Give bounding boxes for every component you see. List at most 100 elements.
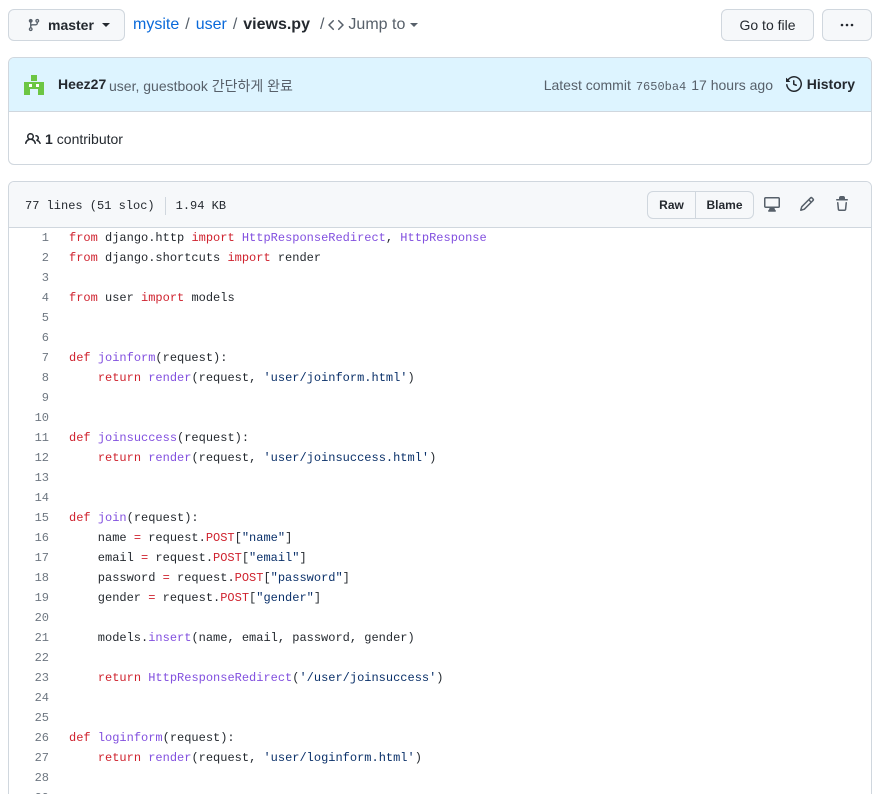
code-line: 24 xyxy=(9,688,871,708)
code-token: render xyxy=(148,451,192,465)
code-token: [ xyxy=(241,551,250,565)
code-token: [ xyxy=(234,531,242,545)
breadcrumb-folder-link[interactable]: user xyxy=(196,16,227,34)
contributors-count: 1 xyxy=(45,131,53,147)
code-line: 4 from user import models xyxy=(9,288,871,308)
code-line: 14 xyxy=(9,488,871,508)
go-to-file-button[interactable]: Go to file xyxy=(721,9,814,41)
line-number[interactable]: 8 xyxy=(9,371,49,385)
code-token: import xyxy=(191,231,235,245)
code-text: return render(request, 'user/loginform.h… xyxy=(49,751,422,765)
code-token: HttpResponseRedirect xyxy=(148,671,293,685)
line-number[interactable]: 11 xyxy=(9,431,49,445)
file-info: 77 lines (51 sloc) 1.94 KB xyxy=(25,197,226,215)
code-line: 13 xyxy=(9,468,871,488)
latest-commit-label: Latest commit xyxy=(543,77,631,93)
line-number[interactable]: 2 xyxy=(9,251,49,265)
code-token: user xyxy=(97,291,142,305)
line-number[interactable]: 7 xyxy=(9,351,49,365)
code-token: def xyxy=(69,511,91,525)
line-number[interactable]: 12 xyxy=(9,451,49,465)
line-number[interactable]: 5 xyxy=(9,311,49,325)
code-text: gender = request.POST["gender"] xyxy=(49,591,321,605)
code-line: 6 xyxy=(9,328,871,348)
line-number[interactable]: 13 xyxy=(9,471,49,485)
line-number[interactable]: 17 xyxy=(9,551,49,565)
code-token: ) xyxy=(407,371,415,385)
line-number[interactable]: 24 xyxy=(9,691,49,705)
line-number[interactable]: 10 xyxy=(9,411,49,425)
line-number[interactable]: 14 xyxy=(9,491,49,505)
code-token: (request, xyxy=(191,451,264,465)
trash-icon[interactable] xyxy=(834,196,850,212)
more-options-button[interactable] xyxy=(822,9,872,41)
pencil-icon[interactable] xyxy=(799,196,815,212)
code-token: def xyxy=(69,351,91,365)
commit-sha[interactable]: 7650ba4 xyxy=(636,80,686,94)
code-line: 25 xyxy=(9,708,871,728)
code-token: = xyxy=(162,571,170,585)
line-number[interactable]: 9 xyxy=(9,391,49,405)
avatar[interactable] xyxy=(23,74,45,96)
raw-button[interactable]: Raw xyxy=(648,192,696,218)
code-text: def joinsuccess(request): xyxy=(49,431,249,445)
line-number[interactable]: 20 xyxy=(9,611,49,625)
code-text: from django.shortcuts import render xyxy=(49,251,321,265)
code-token: import xyxy=(227,251,271,265)
line-number[interactable]: 16 xyxy=(9,531,49,545)
line-number[interactable]: 6 xyxy=(9,331,49,345)
breadcrumb-repo-link[interactable]: mysite xyxy=(133,16,179,34)
code-token: (request, xyxy=(191,371,264,385)
line-number[interactable]: 27 xyxy=(9,751,49,765)
line-number[interactable]: 15 xyxy=(9,511,49,525)
git-branch-icon xyxy=(28,18,40,32)
kebab-horizontal-icon xyxy=(840,23,854,27)
line-number[interactable]: 23 xyxy=(9,671,49,685)
code-token: request. xyxy=(169,571,235,585)
latest-commit-box: Heez27 user, guestbook 간단하게 완료 Latest co… xyxy=(8,57,872,165)
line-number[interactable]: 26 xyxy=(9,731,49,745)
code-token: insert xyxy=(148,631,192,645)
latest-commit-info: Latest commit 7650ba4 17 hours ago xyxy=(544,77,773,94)
code-token: def xyxy=(69,731,91,745)
desktop-icon[interactable] xyxy=(764,196,780,212)
code-token: "password" xyxy=(270,571,343,585)
code-token: import xyxy=(141,291,185,305)
commit-author[interactable]: Heez27 xyxy=(58,76,106,92)
code-text: from django.http import HttpResponseRedi… xyxy=(49,231,487,245)
code-line: 16 name = request.POST["name"] xyxy=(9,528,871,548)
code-token: (request, xyxy=(191,751,264,765)
contributors-link[interactable]: 1 contributor xyxy=(25,131,123,147)
line-number[interactable]: 1 xyxy=(9,231,49,245)
code-line: 5 xyxy=(9,308,871,328)
line-number[interactable]: 4 xyxy=(9,291,49,305)
code-token: request. xyxy=(148,551,214,565)
code-line: 17 email = request.POST["email"] xyxy=(9,548,871,568)
branch-select-button[interactable]: master xyxy=(8,9,125,41)
line-number[interactable]: 21 xyxy=(9,631,49,645)
code-token: "name" xyxy=(241,531,286,545)
code-token: ) xyxy=(436,671,444,685)
code-token: joinform xyxy=(97,351,156,365)
line-number[interactable]: 19 xyxy=(9,591,49,605)
line-number[interactable]: 28 xyxy=(9,771,49,785)
code-line: 23 return HttpResponseRedirect('/user/jo… xyxy=(9,668,871,688)
commit-message[interactable]: user, guestbook 간단하게 완료 xyxy=(109,76,293,96)
line-number[interactable]: 25 xyxy=(9,711,49,725)
line-number[interactable]: 22 xyxy=(9,651,49,665)
history-link[interactable]: History xyxy=(785,76,855,92)
code-token: joinsuccess xyxy=(97,431,178,445)
jump-to-menu[interactable]: / Jump to xyxy=(320,16,419,34)
code-text: name = request.POST["name"] xyxy=(49,531,292,545)
blame-button[interactable]: Blame xyxy=(696,192,753,218)
line-number[interactable]: 18 xyxy=(9,571,49,585)
code-text: models.insert(name, email, password, gen… xyxy=(49,631,415,645)
code-line: 10 xyxy=(9,408,871,428)
code-token: 'user/joinform.html' xyxy=(263,371,408,385)
code-token: POST xyxy=(234,571,264,585)
line-number[interactable]: 3 xyxy=(9,271,49,285)
